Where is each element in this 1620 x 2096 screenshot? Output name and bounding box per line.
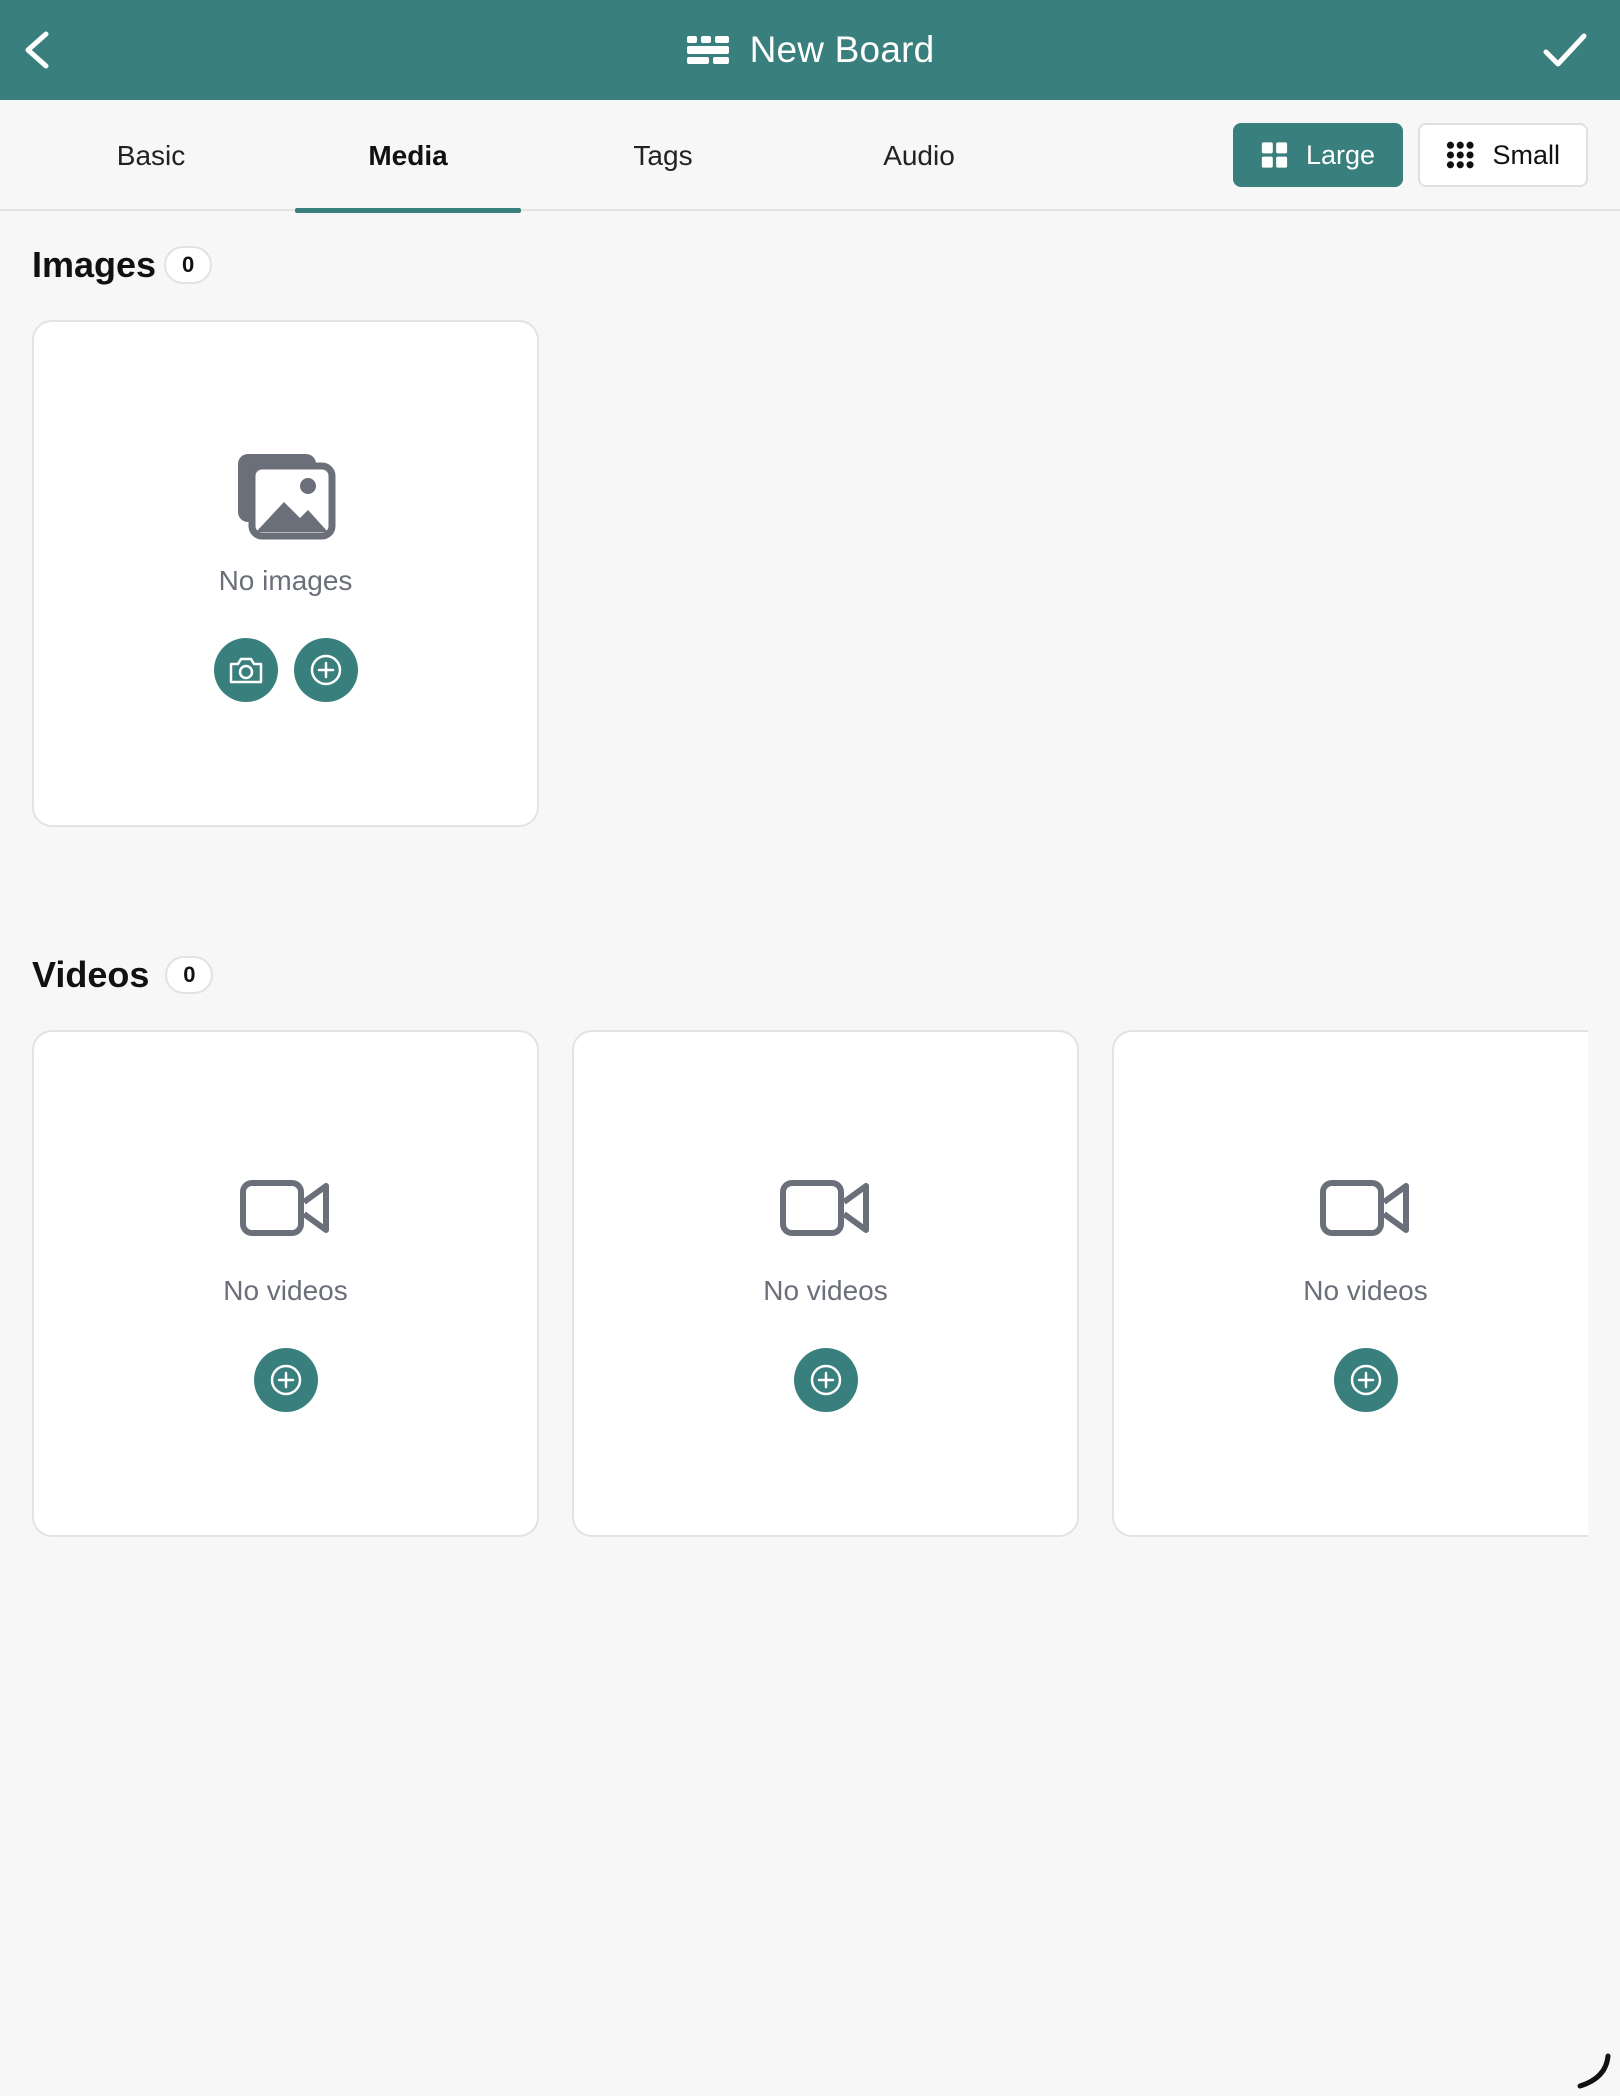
videos-count-badge: 0 [165,956,214,994]
video-carousel-clip[interactable]: No videos [1108,1028,1588,1540]
images-heading: Images [32,244,157,285]
video-empty-card: No videos [32,1030,539,1537]
video-camera-icon [1319,1180,1409,1236]
tab-audio[interactable]: Audio [806,100,1032,211]
top-bar: New Board [0,0,1620,100]
video-empty-card: No videos [1112,1030,1588,1537]
video-empty-card: No videos [572,1030,1079,1537]
no-videos-label: No videos [223,1275,348,1306]
add-video-button[interactable] [1333,1348,1398,1412]
add-video-button[interactable] [253,1348,318,1412]
no-images-label: No images [218,565,353,596]
images-section-header: Images 0 [32,244,213,286]
plus-circle-icon [270,1364,301,1396]
no-videos-label: No videos [763,1275,888,1306]
small-size-button[interactable]: Small [1418,123,1588,187]
images-empty-card: No images [32,320,539,827]
tab-media[interactable]: Media [295,100,521,213]
images-count-badge: 0 [164,246,213,284]
plus-circle-icon [1350,1364,1381,1396]
video-camera-icon [779,1180,869,1236]
small-size-label: Small [1492,139,1560,170]
grid-large-icon [1261,142,1288,168]
grid-small-icon [1446,141,1474,169]
camera-button[interactable] [213,638,278,702]
large-size-button[interactable]: Large [1233,123,1403,187]
resize-handle-icon[interactable] [1572,2050,1612,2090]
plus-circle-icon [810,1364,841,1396]
videos-heading: Videos [32,954,150,995]
page-title: New Board [749,29,935,70]
tab-basic[interactable]: Basic [38,100,264,211]
done-button[interactable] [1540,26,1590,74]
video-camera-icon [239,1180,329,1236]
large-size-label: Large [1305,139,1375,170]
no-videos-label: No videos [1303,1275,1428,1306]
add-video-button[interactable] [793,1348,858,1412]
checkmark-icon [1543,33,1587,67]
images-icon [237,454,335,540]
videos-section-header: Videos 0 [32,954,214,996]
header-title-group: New Board [0,0,1620,100]
camera-icon [229,657,262,684]
add-image-button[interactable] [293,638,358,702]
tab-tags[interactable]: Tags [550,100,776,211]
plus-circle-icon [310,654,341,686]
board-icon [686,36,729,64]
